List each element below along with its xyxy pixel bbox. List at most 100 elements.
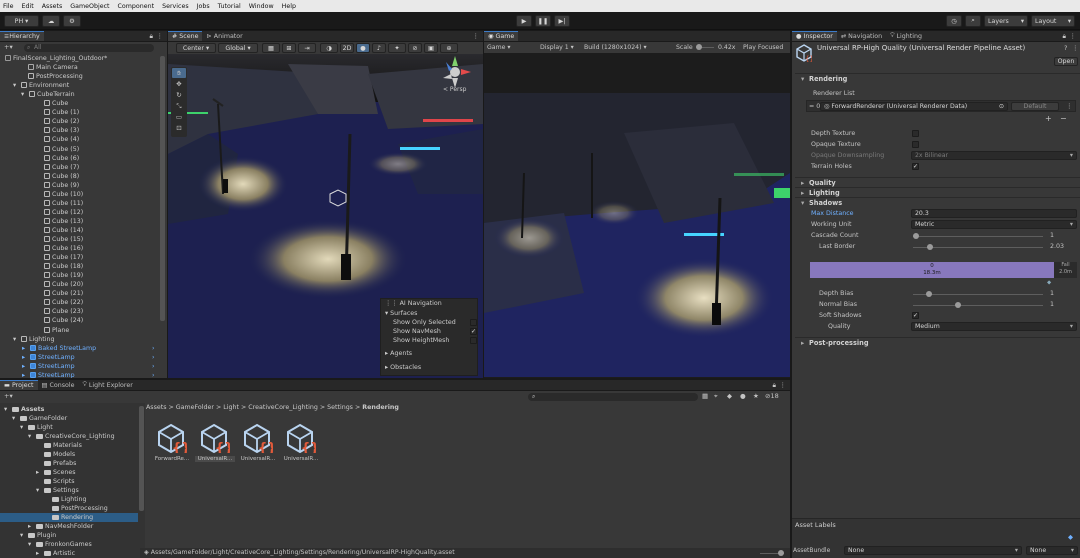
drag-handle-icon[interactable]: ⋮ (1066, 102, 1073, 110)
foldout-arrow-icon[interactable]: ▸ (22, 353, 25, 362)
project-folder-item[interactable]: ▸ Artistic (0, 549, 138, 558)
set-default-button[interactable]: Default (1011, 102, 1059, 111)
hierarchy-item-cubeterrain[interactable]: ▾ CubeTerrain (21, 90, 75, 99)
menu-help[interactable]: Help (282, 3, 296, 10)
breadcrumb-item[interactable]: Rendering (362, 404, 399, 411)
working-unit-dropdown[interactable]: Metric (911, 220, 1077, 229)
project-folder-item[interactable]: PostProcessing (0, 504, 138, 513)
depth-bias-value[interactable]: 1 (1050, 289, 1054, 298)
hierarchy-item-cube[interactable]: Cube (1) (44, 108, 79, 117)
hierarchy-item-cube[interactable]: Cube (19) (44, 271, 83, 280)
menu-jobs[interactable]: Jobs (197, 3, 210, 10)
foldout-arrow-icon[interactable]: ▸ (28, 522, 31, 531)
foldout-arrow-icon[interactable]: ▸ (36, 468, 39, 477)
object-picker-icon[interactable]: ⊙ (999, 103, 1004, 110)
project-folder-item[interactable]: Scripts (0, 477, 138, 486)
pause-button[interactable]: ❚❚ (535, 15, 551, 27)
lock-icon[interactable]: 🔒︎ (773, 381, 776, 390)
max-distance-field[interactable]: 20.3 (911, 209, 1077, 218)
breadcrumb-item[interactable]: Assets (146, 404, 167, 411)
foldout-arrow-icon[interactable]: ▸ (22, 344, 25, 353)
lighting-toggle-icon[interactable]: ● (356, 43, 370, 53)
soft-shadows-checkbox[interactable]: ✓ (912, 312, 919, 319)
play-button[interactable]: ▶ (516, 15, 532, 27)
persp-label[interactable]: < Persp (443, 86, 467, 93)
cascade-count-slider[interactable] (913, 233, 1043, 239)
hierarchy-scrollbar[interactable] (160, 56, 165, 321)
menu-component[interactable]: Component (118, 3, 155, 10)
cascade-count-value[interactable]: 1 (1050, 231, 1054, 240)
chevron-right-icon[interactable]: › (152, 344, 155, 353)
history-icon[interactable]: ◷ (946, 15, 962, 27)
menu-window[interactable]: Window (249, 3, 274, 10)
mode-2d-button[interactable]: 2D (340, 43, 354, 53)
more-icon[interactable]: ⋮ (1072, 44, 1079, 52)
tab-console[interactable]: ▤ Console (38, 380, 79, 390)
menu-edit[interactable]: Edit (22, 3, 34, 10)
add-renderer-button[interactable]: + (1045, 114, 1052, 123)
tab-project[interactable]: ▬ Project (0, 380, 38, 390)
account-button[interactable]: PH ▾ (4, 15, 39, 27)
pivot-dropdown[interactable]: Center ▾ (176, 43, 216, 53)
foldout-arrow-icon[interactable]: ▾ (20, 531, 23, 540)
foldout-arrow-icon[interactable]: ▾ (4, 405, 7, 414)
lighting-section[interactable]: Lighting (795, 187, 1080, 198)
collab-icon[interactable]: ⚙ (63, 15, 81, 27)
more-icon[interactable]: ⋮ (780, 381, 787, 389)
play-focused-dropdown[interactable]: Play Focused (743, 42, 783, 53)
project-tree-scrollbar[interactable] (139, 406, 144, 511)
rect-tool-icon[interactable]: ▭ (172, 112, 186, 122)
tab-animator[interactable]: ⊳ Animator (202, 31, 246, 41)
open-button[interactable]: Open (1054, 57, 1078, 66)
asset-tile[interactable]: {} UniversalR... (238, 423, 278, 462)
hierarchy-item-cube[interactable]: Cube (13) (44, 217, 83, 226)
foldout-arrow-icon[interactable]: ▾ (28, 432, 31, 441)
space-dropdown[interactable]: Global ▾ (218, 43, 258, 53)
surfaces-foldout[interactable]: ▾ Surfaces (385, 309, 417, 318)
foldout-arrow-icon[interactable]: ▸ (36, 549, 39, 558)
menu-file[interactable]: File (3, 3, 14, 10)
hierarchy-item-plane[interactable]: Plane (44, 326, 69, 335)
foldout-arrow-icon[interactable]: ▾ (36, 486, 39, 495)
hierarchy-item-postprocessing[interactable]: PostProcessing (28, 72, 83, 81)
shading-icon[interactable]: ◑ (320, 43, 338, 53)
cascade-split-handle[interactable]: ⬥ (1047, 279, 1051, 287)
hierarchy-item-cube[interactable]: Cube (8) (44, 172, 79, 181)
hierarchy-item-environment[interactable]: ▾ Environment (13, 81, 69, 90)
project-folder-item[interactable]: Prefabs (0, 459, 138, 468)
tab-scene[interactable]: # Scene (168, 31, 203, 41)
hierarchy-item-cube[interactable]: Cube (3) (44, 126, 79, 135)
foldout-arrow-icon[interactable]: ▾ (28, 540, 31, 549)
hand-tool-icon[interactable]: ✋︎ (172, 68, 186, 78)
asset-tile[interactable]: {} ForwardRe... (152, 423, 192, 462)
hierarchy-item-main-camera[interactable]: Main Camera (28, 63, 78, 72)
layout-dropdown[interactable]: Layout ▾ (1031, 15, 1075, 27)
hierarchy-item-streetlamp[interactable]: ▸ Baked StreetLamp › (22, 344, 155, 353)
grid-snap-icon[interactable]: ▦ (262, 43, 280, 53)
lock-icon[interactable]: 🔒︎ (150, 32, 153, 41)
hierarchy-item-streetlamp[interactable]: ▸ StreetLamp › (22, 362, 155, 371)
hierarchy-item-cube[interactable]: Cube (15) (44, 235, 83, 244)
breadcrumb-item[interactable]: CreativeCore_Lighting (248, 404, 318, 411)
star-icon[interactable]: ★ (753, 392, 759, 400)
lock-icon[interactable]: 🔒︎ (1063, 32, 1066, 41)
snap-icon[interactable]: ⊞ (282, 43, 296, 53)
scene-root[interactable]: ▾ FinalScene_Lighting_Outdoor* (0, 54, 107, 63)
menu-services[interactable]: Services (162, 3, 189, 10)
add-icon[interactable]: +▾ (4, 392, 13, 400)
normal-bias-slider[interactable] (913, 302, 1043, 308)
camera-icon[interactable]: ▣ (424, 43, 438, 53)
hierarchy-item-cube[interactable]: Cube (5) (44, 145, 79, 154)
game-viewport[interactable] (484, 93, 790, 377)
scale-slider[interactable] (696, 44, 714, 50)
cascade-split-bar[interactable]: 0 18.3m (810, 262, 1054, 278)
menu-tutorial[interactable]: Tutorial (218, 3, 241, 10)
normal-bias-value[interactable]: 1 (1050, 300, 1054, 309)
project-folder-item[interactable]: ▾ Plugin (0, 531, 138, 540)
project-folder-item[interactable]: Lighting (0, 495, 138, 504)
hierarchy-item-cube[interactable]: Cube (18) (44, 262, 83, 271)
hierarchy-item-cube[interactable]: Cube (23) (44, 307, 83, 316)
project-folder-item[interactable]: Models (0, 450, 138, 459)
foldout-arrow-icon[interactable]: ▾ (13, 335, 16, 344)
project-folder-item[interactable]: ▾ Light (0, 423, 138, 432)
